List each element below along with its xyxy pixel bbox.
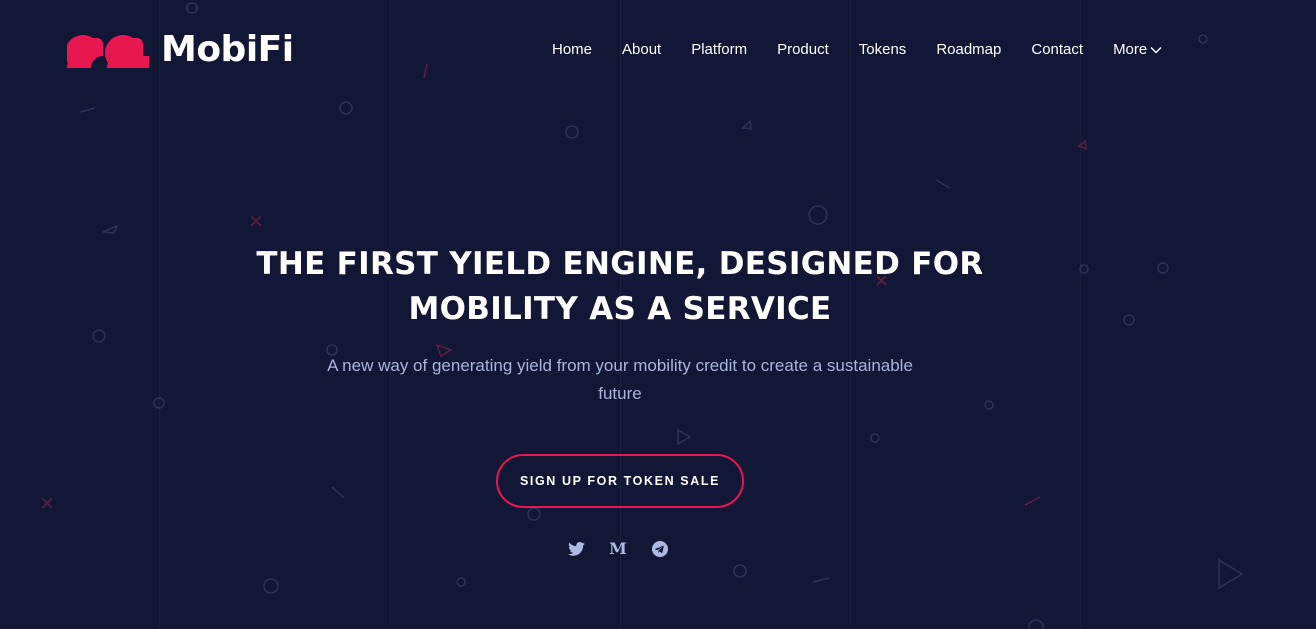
twitter-icon (567, 542, 585, 556)
nav-item-more[interactable]: More (1113, 38, 1162, 62)
telegram-link[interactable] (650, 539, 670, 559)
nav-item-about[interactable]: About (622, 38, 661, 62)
hero-title: THE FIRST YIELD ENGINE, DESIGNED FOR MOB… (0, 242, 1240, 332)
nav-item-home[interactable]: Home (552, 38, 592, 62)
nav-item-contact[interactable]: Contact (1031, 38, 1083, 62)
nav-item-product[interactable]: Product (777, 38, 829, 62)
telegram-icon (652, 541, 668, 557)
nav-item-tokens[interactable]: Tokens (859, 38, 907, 62)
main-nav: Home About Platform Product Tokens Roadm… (552, 38, 1162, 62)
medium-link[interactable]: M (608, 539, 628, 559)
nav-item-platform[interactable]: Platform (691, 38, 747, 62)
social-links: M (566, 539, 670, 559)
medium-icon: M (609, 539, 627, 558)
brand-name: MobiFi (161, 29, 294, 70)
mobifi-logo-icon (67, 34, 149, 68)
hero-subtitle: A new way of generating yield from your … (327, 356, 913, 403)
chevron-down-icon (1150, 47, 1162, 54)
twitter-link[interactable] (566, 539, 586, 559)
token-sale-signup-button[interactable]: SIGN UP FOR TOKEN SALE (496, 454, 744, 508)
landing-page: MobiFi Home About Platform Product Token… (0, 0, 1316, 629)
hero-title-line1: THE FIRST YIELD ENGINE, DESIGNED FOR (256, 246, 984, 282)
brand-logo[interactable]: MobiFi (67, 30, 294, 70)
nav-more-label: More (1113, 41, 1148, 58)
nav-item-roadmap[interactable]: Roadmap (936, 38, 1001, 62)
hero-title-line2: MOBILITY AS A SERVICE (408, 291, 832, 327)
